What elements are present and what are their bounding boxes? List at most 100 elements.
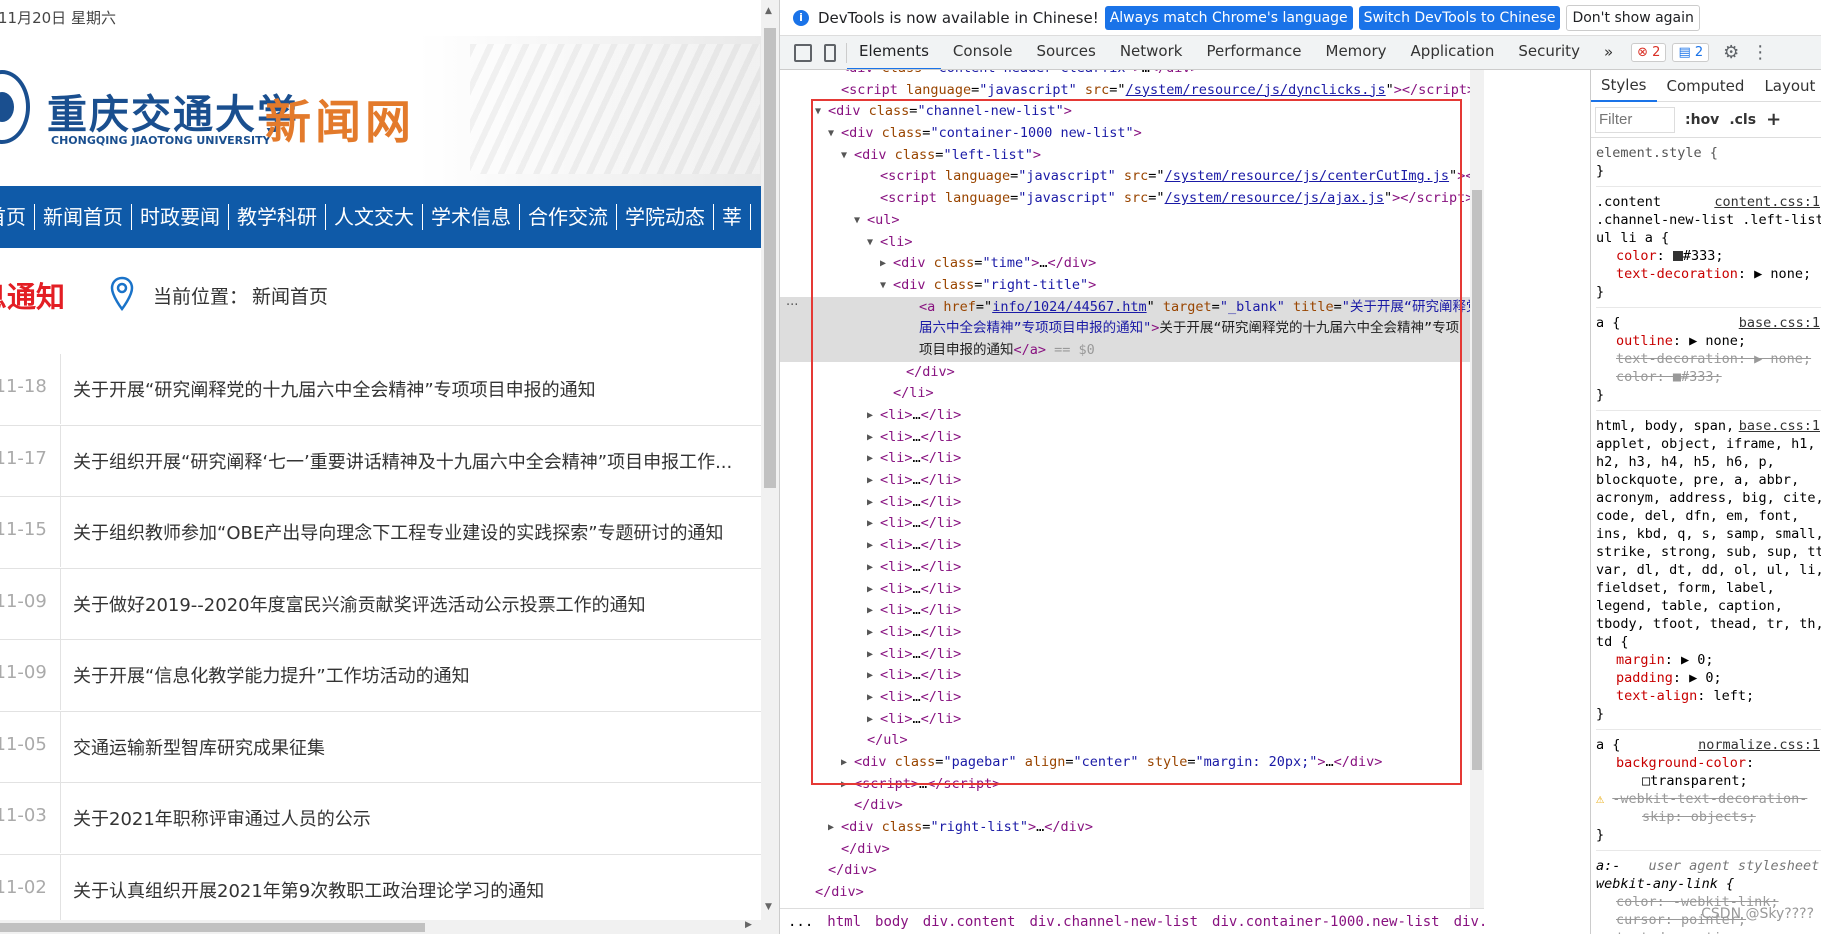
location-link[interactable]: 新闻首页: [252, 282, 328, 309]
breadcrumb-item[interactable]: body: [875, 914, 909, 930]
expand-toggle-icon[interactable]: ▶: [867, 644, 873, 666]
dom-node-line[interactable]: </div>: [780, 839, 1470, 861]
settings-gear-icon[interactable]: ⚙: [1723, 42, 1739, 63]
nav-item[interactable]: 人文交大: [326, 204, 423, 230]
page-horizontal-scrollbar[interactable]: ▶: [0, 920, 779, 934]
rule-source-link[interactable]: content.css:1: [1714, 193, 1820, 211]
styles-tab-layout[interactable]: Layout: [1754, 71, 1821, 101]
dom-node-line[interactable]: ▶ <li>…</li>: [780, 622, 1470, 644]
logo-news-title[interactable]: 新闻网: [265, 86, 415, 152]
breadcrumb-item[interactable]: ...: [788, 914, 813, 930]
css-rule[interactable]: element.style {}: [1596, 138, 1821, 187]
dom-node-line[interactable]: <script language="javascript" src="/syst…: [780, 80, 1470, 102]
dom-node-line[interactable]: </div>: [780, 860, 1470, 882]
nav-item[interactable]: 学术信息: [423, 204, 520, 230]
expand-toggle-icon[interactable]: ▶: [828, 817, 834, 839]
breadcrumb-item[interactable]: div.left-list: [1454, 914, 1484, 930]
news-title-link[interactable]: 关于组织教师参加“OBE产出导向理念下工程专业建设的实践探索”专题研讨的通知: [73, 519, 753, 545]
tab-elements[interactable]: Elements: [847, 36, 941, 69]
css-rule[interactable]: base.css:1 a {outline: ▶ none; text-decora…: [1596, 308, 1821, 411]
tab-performance[interactable]: Performance: [1194, 36, 1313, 69]
news-title-link[interactable]: 关于开展“研究阐释党的十九届六中全会精神”专项项目申报的通知: [73, 376, 753, 402]
dom-node-line[interactable]: ▼ <div class="right-title">: [780, 275, 1470, 297]
dom-node-line[interactable]: ▶ <li>…</li>: [780, 557, 1470, 579]
news-list-item[interactable]: -11-15 关于组织教师参加“OBE产出导向理念下工程专业建设的实践探索”专题研…: [0, 497, 761, 569]
styles-tab-computed[interactable]: Computed: [1657, 71, 1755, 101]
news-list-item[interactable]: -11-09 关于开展“信息化教学能力提升”工作坊活动的通知: [0, 640, 761, 712]
scroll-up-icon[interactable]: ▲: [765, 6, 772, 16]
hover-state-toggle[interactable]: :hov: [1685, 112, 1719, 128]
expand-toggle-icon[interactable]: ▼: [841, 145, 847, 167]
styles-tab-styles[interactable]: Styles: [1591, 70, 1657, 102]
dom-node-line[interactable]: ▶ <li>…</li>: [780, 687, 1470, 709]
news-list-item[interactable]: -11-03 关于2021年职称评审通过人员的公示: [0, 783, 761, 855]
dom-node-line[interactable]: ▶ <li>…</li>: [780, 448, 1470, 470]
message-count-badge[interactable]: ▤ 2: [1672, 43, 1710, 62]
dom-node-line[interactable]: </div>: [780, 795, 1470, 817]
expand-toggle-icon[interactable]: ▶: [867, 405, 873, 427]
rule-source-link[interactable]: normalize.css:1: [1698, 736, 1820, 754]
dom-node-line[interactable]: </div>: [780, 362, 1470, 384]
css-rule[interactable]: normalize.css:1 a {background-color: □tran…: [1596, 730, 1821, 851]
expand-toggle-icon[interactable]: ▶: [841, 774, 847, 796]
nav-item[interactable]: 时政要闻: [132, 204, 229, 230]
rule-source-link[interactable]: base.css:1: [1739, 314, 1820, 332]
page-vertical-scrollbar[interactable]: ▲ ▼: [761, 0, 779, 920]
expand-toggle-icon[interactable]: ▼: [880, 275, 886, 297]
expand-toggle-icon[interactable]: ▶: [867, 513, 873, 535]
expand-toggle-icon[interactable]: ▶: [867, 665, 873, 687]
nav-item[interactable]: 教学科研: [229, 204, 326, 230]
tab-application[interactable]: Application: [1399, 36, 1507, 69]
nav-item[interactable]: 新闻首页: [35, 204, 132, 230]
breadcrumb-item[interactable]: div.content: [923, 914, 1016, 930]
styles-filter-input[interactable]: [1595, 106, 1675, 133]
css-rule[interactable]: base.css:1 html, body, span, applet, objec…: [1596, 411, 1821, 730]
expand-toggle-icon[interactable]: ▼: [828, 123, 834, 145]
new-rule-icon[interactable]: +: [1766, 109, 1781, 130]
dom-node-line[interactable]: <script language="javascript" src="/syst…: [780, 166, 1470, 188]
dom-node-line[interactable]: ▶ <div class="pagebar" align="center" sty…: [780, 752, 1470, 774]
switch-language-button[interactable]: Switch DevTools to Chinese: [1358, 5, 1561, 30]
more-tabs-icon[interactable]: »: [1592, 36, 1625, 69]
expand-toggle-icon[interactable]: ▶: [867, 709, 873, 731]
dom-node-line[interactable]: 项目申报的通知</a> == $0: [780, 339, 1470, 362]
dom-node-line[interactable]: ▶ <li>…</li>: [780, 427, 1470, 449]
dom-node-line[interactable]: ▶ <li>…</li>: [780, 513, 1470, 535]
logo-chinese-name[interactable]: 重庆交通大学: [47, 82, 299, 140]
tab-network[interactable]: Network: [1108, 36, 1195, 69]
dom-node-line[interactable]: </li>: [780, 383, 1470, 405]
match-language-button[interactable]: Always match Chrome's language: [1104, 5, 1353, 30]
dom-node-line[interactable]: ▼ <div class="container-1000 new-list">: [780, 123, 1470, 145]
tab-security[interactable]: Security: [1506, 36, 1592, 69]
breadcrumb-item[interactable]: div.channel-new-list: [1029, 914, 1198, 930]
dom-node-line[interactable]: ▼ <li>: [780, 232, 1470, 254]
news-list-item[interactable]: -11-05 交通运输新型智库研究成果征集: [0, 711, 761, 783]
dom-node-line[interactable]: <a href="info/1024/44567.htm" target="_b…: [780, 296, 1470, 319]
tab-memory[interactable]: Memory: [1314, 36, 1399, 69]
expand-toggle-icon[interactable]: ▼: [815, 101, 821, 123]
tab-console[interactable]: Console: [941, 36, 1025, 69]
breadcrumb-item[interactable]: div.container-1000.new-list: [1212, 914, 1440, 930]
tab-sources[interactable]: Sources: [1024, 36, 1107, 69]
dom-node-line[interactable]: ▼ <div class="left-list">: [780, 145, 1470, 167]
nav-item[interactable]: 合作交流: [520, 204, 617, 230]
news-list-item[interactable]: -11-18 关于开展“研究阐释党的十九届六中全会精神”专项项目申报的通知: [0, 354, 761, 426]
expand-toggle-icon[interactable]: ▶: [841, 752, 847, 774]
nav-item[interactable]: 首页: [0, 204, 35, 230]
dom-node-line[interactable]: </div>: [780, 882, 1470, 904]
expand-toggle-icon[interactable]: ▶: [867, 557, 873, 579]
scrollbar-thumb[interactable]: [0, 923, 425, 932]
css-rule[interactable]: content.css:1 .content .channel-new-list .…: [1596, 187, 1821, 308]
dom-node-line[interactable]: <script language="javascript" src="/syst…: [780, 188, 1470, 210]
expand-toggle-icon[interactable]: ▶: [867, 470, 873, 492]
dom-node-line[interactable]: ▼ <div class="channel-new-list">: [780, 101, 1470, 123]
dom-node-line[interactable]: ▶ <li>…</li>: [780, 579, 1470, 601]
nav-item[interactable]: 莘: [714, 204, 751, 230]
scrollbar-thumb[interactable]: [1472, 190, 1482, 770]
news-list-item[interactable]: -11-09 关于做好2019--2020年度富民兴渝贡献奖评选活动公示投票工作的…: [0, 568, 761, 640]
expand-toggle-icon[interactable]: ▶: [880, 253, 886, 275]
dom-node-line[interactable]: ▶ <li>…</li>: [780, 535, 1470, 557]
rule-source-link[interactable]: base.css:1: [1739, 417, 1820, 435]
dom-node-line[interactable]: <div class="content-header clearfix">…</…: [780, 70, 1470, 80]
expand-toggle-icon[interactable]: ▶: [867, 579, 873, 601]
